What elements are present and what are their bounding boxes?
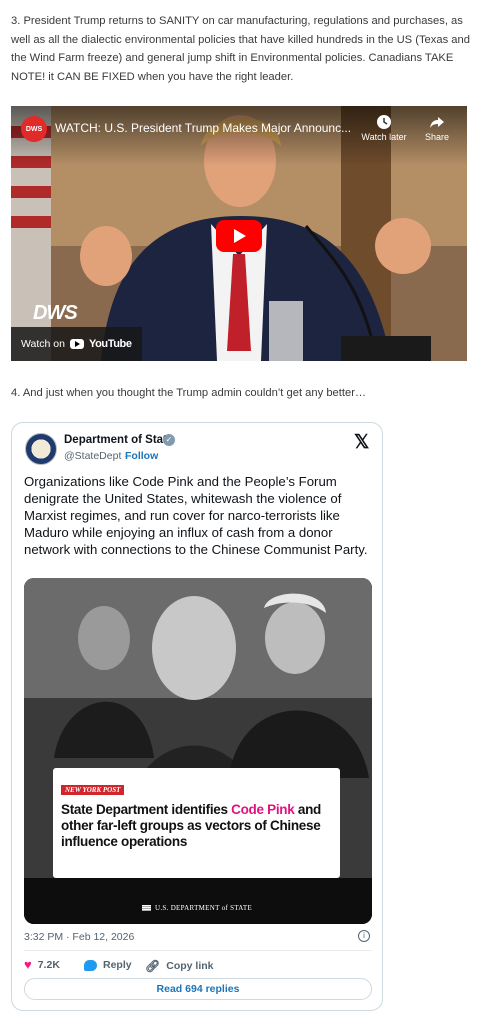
- account-name[interactable]: Department of State: [64, 434, 173, 446]
- article-paragraph-4: 4. And just when you thought the Trump a…: [11, 387, 367, 399]
- channel-logo[interactable]: DWS: [21, 116, 47, 142]
- headline-highlight: Code Pink: [231, 802, 295, 817]
- article-paragraph-3: 3. President Trump returns to SANITY on …: [11, 15, 470, 83]
- play-icon[interactable]: [216, 220, 262, 252]
- youtube-icon: [69, 339, 84, 349]
- new-york-post-tag: NEW YORK POST: [61, 785, 125, 795]
- copy-link-label: Copy link: [166, 960, 214, 972]
- verified-badge-icon: ✓: [163, 434, 175, 446]
- headline-text: State Department identifies Code Pink an…: [61, 802, 336, 850]
- reply-button[interactable]: Reply: [84, 959, 132, 971]
- info-icon[interactable]: i: [358, 930, 370, 942]
- read-replies-button[interactable]: Read 694 replies: [24, 978, 372, 1000]
- us-flag-icon: [142, 905, 151, 912]
- watch-on-youtube-button[interactable]: Watch on YouTube: [11, 327, 142, 361]
- reply-label: Reply: [103, 959, 132, 971]
- youtube-embed[interactable]: DWS WATCH: U.S. President Trump Makes Ma…: [11, 106, 467, 361]
- tweet-text: Organizations like Code Pink and the Peo…: [24, 474, 368, 557]
- x-logo-icon[interactable]: 𝕏: [354, 431, 369, 454]
- youtube-wordmark: YouTube: [88, 338, 132, 350]
- avatar[interactable]: [25, 433, 57, 465]
- headline-part-1: State Department identifies: [61, 802, 232, 817]
- account-handle[interactable]: @StateDept ·: [64, 450, 128, 462]
- watch-on-label: Watch on: [21, 338, 65, 350]
- heart-icon: ♥: [24, 957, 32, 972]
- tweet-image[interactable]: NEW YORK POST State Department identifie…: [24, 578, 372, 924]
- like-button[interactable]: ♥ 7.2K: [24, 957, 60, 972]
- state-department-wordmark: U.S. DEPARTMENT of STATE: [142, 904, 252, 912]
- tweet-timestamp[interactable]: 3:32 PM · Feb 12, 2026: [24, 931, 134, 943]
- watch-later-button[interactable]: Watch later: [359, 114, 409, 142]
- embedded-tweet[interactable]: Department of State ✓ @StateDept · Follo…: [11, 422, 383, 1011]
- clock-icon: [377, 115, 391, 129]
- handle-text[interactable]: @StateDept: [64, 450, 121, 462]
- link-icon: 🔗︎: [145, 959, 161, 973]
- share-label: Share: [424, 132, 450, 142]
- share-button[interactable]: Share: [419, 114, 455, 142]
- follow-link[interactable]: Follow: [125, 450, 158, 462]
- headline-card: NEW YORK POST State Department identifie…: [53, 768, 340, 878]
- copy-link-button[interactable]: 🔗︎ Copy link: [145, 959, 214, 973]
- share-arrow-icon: [430, 117, 444, 128]
- tweet-divider: [24, 950, 372, 951]
- watch-later-label: Watch later: [361, 132, 407, 142]
- dws-watermark: DWS: [33, 302, 78, 324]
- like-count: 7.2K: [37, 959, 60, 971]
- state-department-text: U.S. DEPARTMENT of STATE: [155, 904, 253, 912]
- video-title[interactable]: WATCH: U.S. President Trump Makes Major …: [55, 121, 355, 135]
- reply-bubble-icon: [84, 959, 97, 971]
